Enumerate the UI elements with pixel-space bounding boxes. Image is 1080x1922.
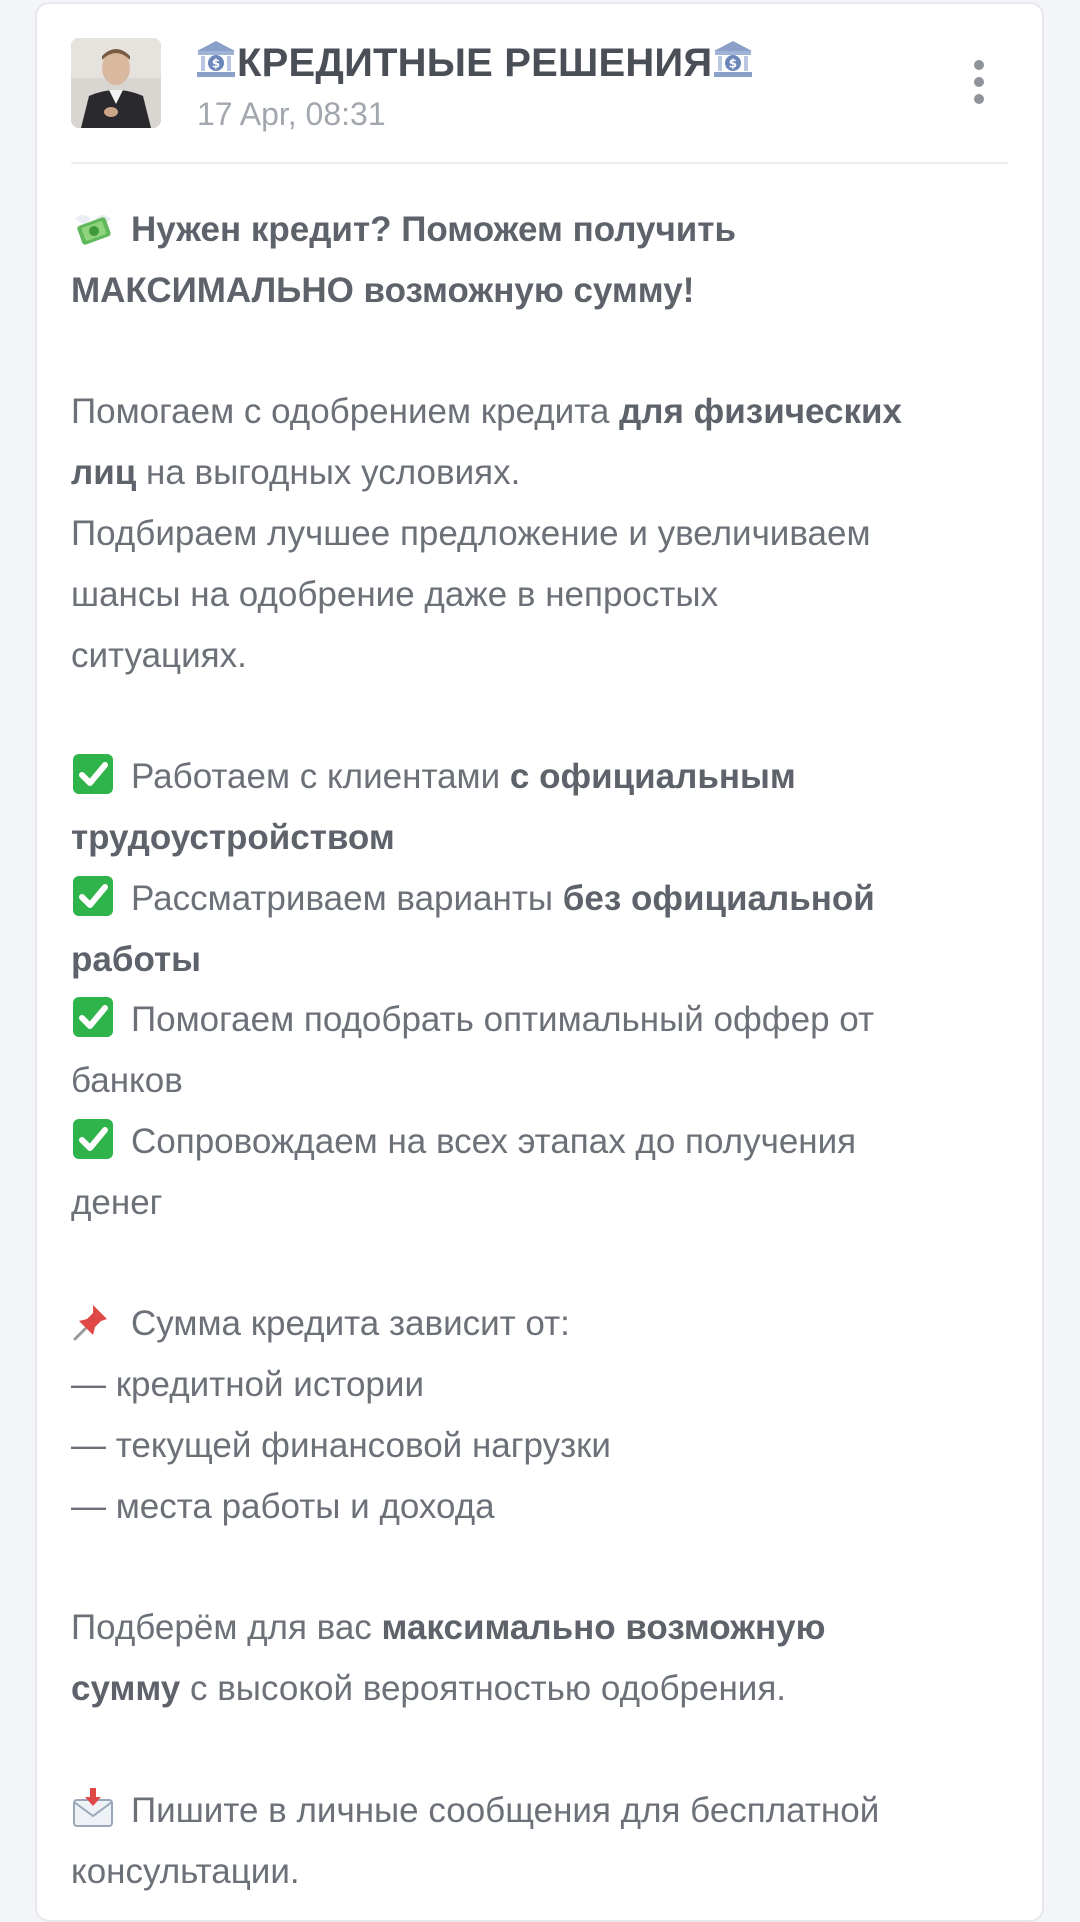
check-mark-icon xyxy=(73,754,113,795)
header-divider xyxy=(71,162,1008,164)
bold-span: лиц xyxy=(71,453,137,493)
bold-span: без официальной xyxy=(562,878,875,918)
text-line: — кредитной истории xyxy=(71,1365,424,1405)
bold-span: с официальным xyxy=(509,757,796,797)
envelope-with-arrow-icon xyxy=(73,1787,113,1827)
channel-title-text: КРЕДИТНЫЕ РЕШЕНИЯ xyxy=(237,41,713,85)
check-mark-icon xyxy=(73,875,113,916)
text-line: шансы на одобрение даже в непростых xyxy=(71,574,719,614)
checklist-item: Работаем с клиентами с официальным xyxy=(71,747,1016,808)
svg-text:$: $ xyxy=(212,57,221,71)
post-date: 17 Apr, 08:31 xyxy=(197,96,386,132)
text-span: Сопровождаем на всех этапах до получения xyxy=(131,1121,857,1161)
text-span: Пишите в личные сообщения для бесплатной xyxy=(131,1790,880,1830)
bold-span: работы xyxy=(71,939,202,979)
post-text: Нужен кредит? Поможем получить МАКСИМАЛЬ… xyxy=(71,200,1016,1902)
text-span: Подберём для вас xyxy=(71,1608,382,1648)
post-header: $ КРЕДИТНЫЕ РЕШЕНИЯ $ 17 Apr, 08:31 xyxy=(37,4,1042,164)
channel-title[interactable]: $ КРЕДИТНЫЕ РЕШЕНИЯ $ xyxy=(195,38,754,86)
text-line: банков xyxy=(71,1061,183,1101)
text-line: — места работы и дохода xyxy=(71,1486,495,1526)
checklist-item: Сопровождаем на всех этапах до получения xyxy=(71,1112,1016,1173)
pushpin-icon xyxy=(73,1305,107,1341)
text-line: ситуациях. xyxy=(71,635,247,675)
text-line: лиц на выгодных условиях. xyxy=(71,443,1016,504)
text-line: Пишите в личные сообщения для бесплатной xyxy=(71,1781,1016,1842)
text-span: с высокой вероятностью одобрения. xyxy=(180,1669,786,1709)
text-line: Нужен кредит? Поможем получить xyxy=(71,200,1016,261)
svg-text:$: $ xyxy=(729,57,738,71)
text-line: МАКСИМАЛЬНО возможную сумму! xyxy=(71,261,1016,322)
heading-line-1: Нужен кредит? Поможем получить xyxy=(131,210,736,249)
text-line: трудоустройством xyxy=(71,808,1016,869)
bank-icon: $ xyxy=(714,41,753,77)
text-line: работы xyxy=(71,930,1016,991)
checklist-item: Рассматриваем варианты без официальной xyxy=(71,869,1016,930)
text-line: консультации. xyxy=(71,1851,300,1891)
vertical-ellipsis-icon[interactable] xyxy=(972,60,986,108)
bank-icon: $ xyxy=(197,41,235,77)
bold-span: трудоустройством xyxy=(71,817,395,857)
heading-line-2: МАКСИМАЛЬНО возможную сумму! xyxy=(71,270,695,310)
channel-avatar[interactable] xyxy=(71,38,161,128)
post-card: $ КРЕДИТНЫЕ РЕШЕНИЯ $ 17 Apr, 08:31 Нуже… xyxy=(35,2,1044,1922)
text-span: Работаем с клиентами xyxy=(131,757,510,797)
text-line: Подбираем лучшее предложение и увеличива… xyxy=(71,513,871,553)
text-line: Помогаем с одобрением кредита для физиче… xyxy=(71,382,1016,443)
money-with-wings-icon xyxy=(75,215,111,245)
check-mark-icon xyxy=(73,1118,113,1159)
checklist-item: Помогаем подобрать оптимальный оффер от xyxy=(71,990,1016,1051)
text-line: денег xyxy=(71,1182,163,1222)
text-line: Подберём для вас максимально возможную xyxy=(71,1598,1016,1659)
text-span: Помогаем подобрать оптимальный оффер от xyxy=(131,1000,874,1040)
bold-span: для физических xyxy=(619,392,903,432)
text-span: на выгодных условиях. xyxy=(136,453,521,493)
text-span: Сумма кредита зависит от: xyxy=(131,1304,570,1344)
check-mark-icon xyxy=(73,997,113,1038)
bold-span: максимально возможную xyxy=(381,1608,826,1648)
text-span: Помогаем с одобрением кредита xyxy=(71,392,620,432)
bold-span: сумму xyxy=(71,1669,181,1709)
text-line: сумму с высокой вероятностью одобрения. xyxy=(71,1659,1016,1720)
text-span: Рассматриваем варианты xyxy=(131,878,563,918)
text-line: — текущей финансовой нагрузки xyxy=(71,1425,611,1465)
text-line: Сумма кредита зависит от: xyxy=(71,1294,1016,1355)
